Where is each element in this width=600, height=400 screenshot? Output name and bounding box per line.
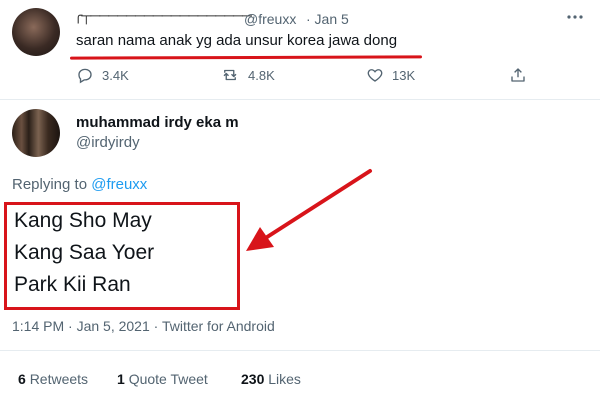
divider-bottom: [0, 350, 600, 351]
quotes-label: Quote Tweet: [128, 371, 208, 387]
retweet-icon: [220, 66, 240, 84]
reply-handle[interactable]: @irdyirdy: [76, 134, 140, 151]
retweets-stat[interactable]: 6 Retweets: [18, 371, 88, 387]
quotes-stat[interactable]: 1 Quote Tweet: [117, 371, 208, 387]
replying-to: Replying to @freuxx: [12, 176, 147, 193]
reply-count: 3.4K: [102, 67, 129, 83]
retweets-count: 6: [18, 371, 26, 387]
reply-line-1: Kang Sho May: [14, 209, 152, 232]
retweet-action[interactable]: 4.8K: [220, 66, 275, 84]
likes-count: 230: [241, 371, 265, 387]
reply-line-2: Kang Saa Yoer: [14, 241, 155, 264]
retweet-count: 4.8K: [248, 67, 275, 83]
retweets-label: Retweets: [29, 371, 89, 387]
parent-date[interactable]: · Jan 5: [306, 11, 349, 27]
likes-label: Likes: [268, 371, 301, 387]
red-underline: [69, 55, 423, 60]
parent-handle[interactable]: @freuxx: [244, 11, 296, 27]
reply-display-name[interactable]: muhammad irdy eka m: [76, 114, 239, 131]
more-options-icon[interactable]: [566, 14, 584, 20]
reply-timestamp[interactable]: 1:14 PM · Jan 5, 2021 · Twitter for Andr…: [12, 318, 275, 334]
parent-avatar[interactable]: [12, 8, 60, 56]
like-count: 13K: [392, 67, 416, 83]
likes-stat[interactable]: 230 Likes: [241, 371, 301, 387]
annotation-arrow: [246, 169, 372, 251]
reply-line-3: Park Kii Ran: [14, 273, 131, 296]
share-icon[interactable]: [509, 66, 527, 84]
reply-action[interactable]: 3.4K: [76, 66, 129, 84]
parent-display-name[interactable]: ╭┬──────────────────: [74, 7, 252, 24]
like-action[interactable]: 13K: [366, 66, 415, 84]
heart-icon: [366, 66, 384, 84]
reply-icon: [76, 66, 94, 84]
replying-to-handle[interactable]: @freuxx: [91, 176, 147, 193]
divider-top: [0, 99, 600, 100]
reply-avatar[interactable]: [12, 109, 60, 157]
replying-to-label: Replying to: [12, 176, 88, 193]
parent-tweet-text: saran nama anak yg ada unsur korea jawa …: [76, 32, 398, 49]
quotes-count: 1: [117, 371, 125, 387]
